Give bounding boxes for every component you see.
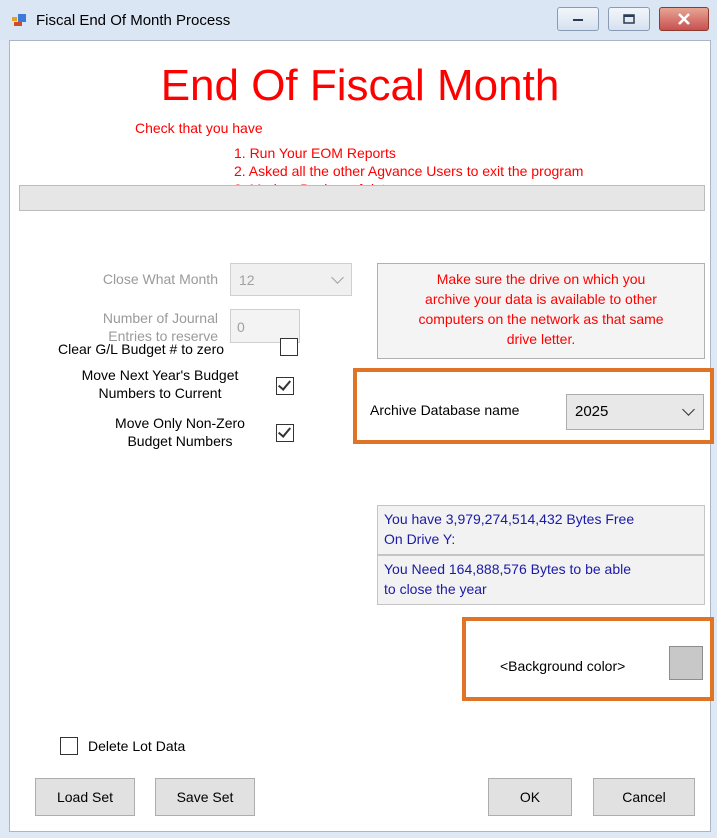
move-nonzero-label-line1: Move Only Non-Zero <box>115 415 245 431</box>
required-space-line-2: to close the year <box>384 581 487 597</box>
move-budget-label: Move Next Year's Budget Numbers to Curre… <box>62 366 258 402</box>
background-color-label: <Background color> <box>500 658 626 674</box>
journal-entries-value: 0 <box>237 319 245 335</box>
archive-database-value: 2025 <box>575 403 609 420</box>
free-space-line-2: On Drive Y: <box>384 531 456 547</box>
move-nonzero-label: Move Only Non-Zero Budget Numbers <box>96 414 264 450</box>
close-button[interactable] <box>659 7 709 31</box>
app-icon <box>12 14 26 26</box>
archive-label: Archive Database name <box>370 402 520 418</box>
checklist-step-2: 2. Asked all the other Agvance Users to … <box>234 163 584 179</box>
notice-line-2: archive your data is available to other <box>425 291 657 307</box>
background-color-swatch[interactable] <box>669 646 703 680</box>
maximize-icon <box>623 14 635 24</box>
delete-lot-checkbox[interactable] <box>60 737 78 755</box>
clear-budget-checkbox[interactable] <box>280 338 298 356</box>
archive-highlight: Archive Database name 2025 <box>353 368 714 444</box>
free-space-line-1: You have 3,979,274,514,432 Bytes Free <box>384 511 635 527</box>
journal-label-line1: Number of Journal <box>102 310 218 326</box>
required-space-info: You Need 164,888,576 Bytes to be able to… <box>377 555 705 605</box>
required-space-line-1: You Need 164,888,576 Bytes to be able <box>384 561 632 577</box>
close-month-value: 12 <box>239 272 255 288</box>
progress-bar <box>19 185 705 211</box>
cancel-button[interactable]: Cancel <box>593 778 695 816</box>
close-month-label: Close What Month <box>102 271 218 287</box>
clear-budget-label: Clear G/L Budget # to zero <box>58 341 225 357</box>
archive-database-select[interactable]: 2025 <box>566 394 704 430</box>
checkmark-icon <box>277 424 292 438</box>
save-set-button[interactable]: Save Set <box>155 778 255 816</box>
move-budget-label-line2: Numbers to Current <box>98 385 222 401</box>
minimize-icon <box>573 19 583 21</box>
background-color-highlight: <Background color> <box>462 617 714 701</box>
close-icon <box>678 13 690 25</box>
chevron-down-icon <box>682 403 695 416</box>
notice-line-3: computers on the network as that same <box>418 311 664 327</box>
notice-line-1: Make sure the drive on which you <box>436 271 646 287</box>
notice-line-4: drive letter. <box>506 331 576 347</box>
ok-button[interactable]: OK <box>488 778 572 816</box>
free-space-info: You have 3,979,274,514,432 Bytes Free On… <box>377 505 705 555</box>
window-title: Fiscal End Of Month Process <box>36 12 231 29</box>
checkmark-icon <box>277 377 292 391</box>
close-month-select[interactable]: 12 <box>230 263 352 296</box>
move-budget-checkbox[interactable] <box>276 377 294 395</box>
move-nonzero-label-line2: Budget Numbers <box>127 433 233 449</box>
move-nonzero-checkbox[interactable] <box>276 424 294 442</box>
delete-lot-label: Delete Lot Data <box>88 738 186 754</box>
checklist-step-1: 1. Run Your EOM Reports <box>234 145 396 161</box>
move-budget-label-line1: Move Next Year's Budget <box>81 367 239 383</box>
title-bar[interactable]: Fiscal End Of Month Process <box>0 0 717 40</box>
minimize-button[interactable] <box>557 7 599 31</box>
page-title: End Of Fiscal Month <box>160 61 560 110</box>
dialog-body: End Of Fiscal Month Check that you have … <box>9 40 714 832</box>
checklist-intro: Check that you have <box>135 120 263 136</box>
load-set-button[interactable]: Load Set <box>35 778 135 816</box>
maximize-button[interactable] <box>608 7 650 31</box>
drive-notice: Make sure the drive on which you archive… <box>377 263 705 359</box>
window: Fiscal End Of Month Process End Of Fisca… <box>0 0 717 838</box>
chevron-down-icon <box>331 271 344 284</box>
journal-entries-label: Number of Journal Entries to reserve <box>50 309 218 345</box>
